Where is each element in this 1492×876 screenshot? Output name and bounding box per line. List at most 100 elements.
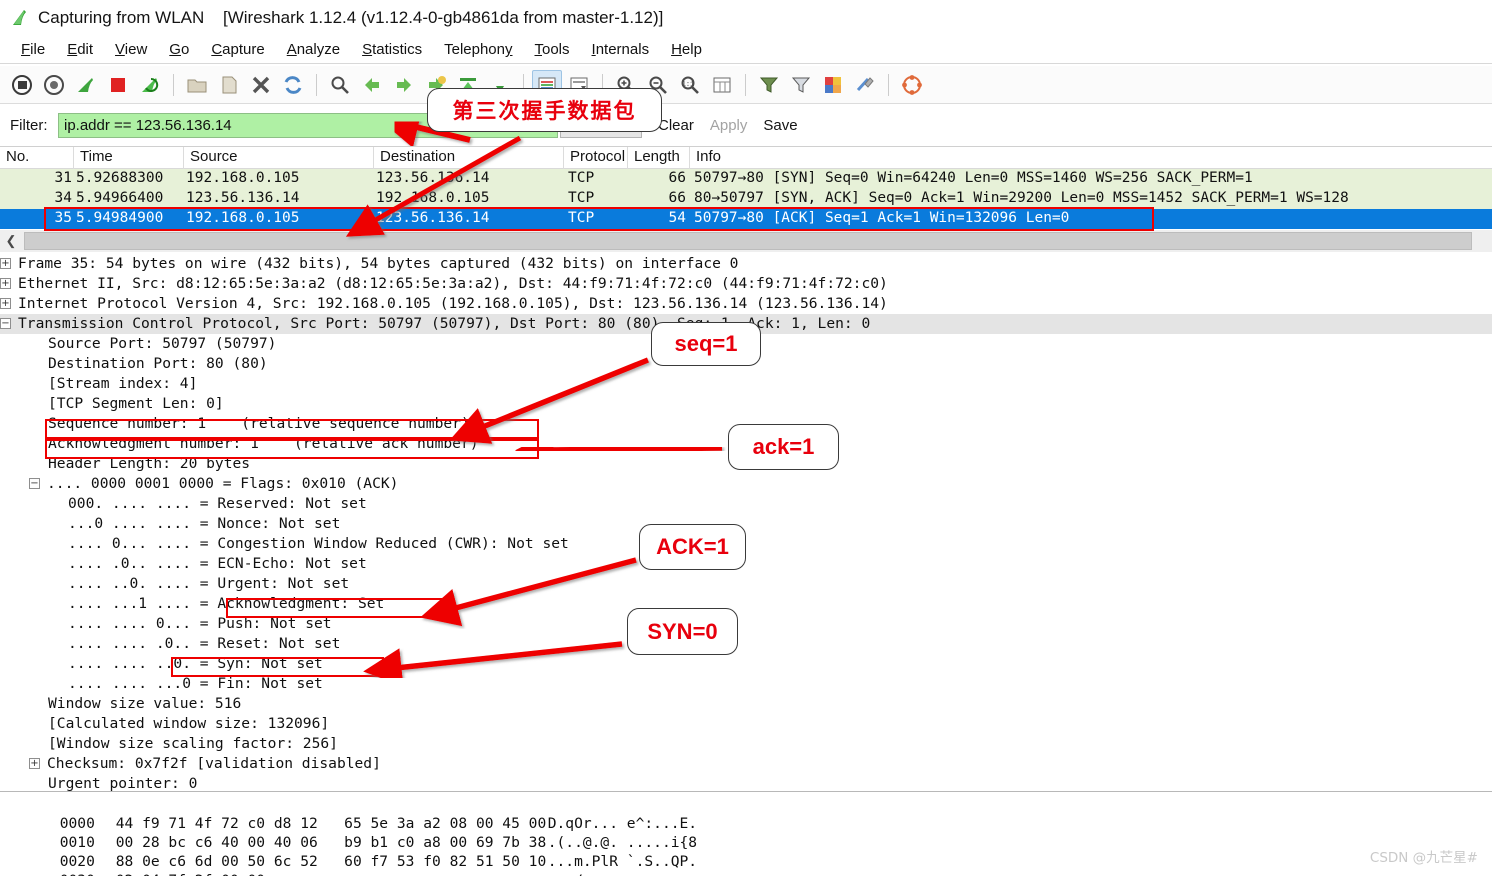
detail-row-urgent-pointer: Urgent pointer: 0 [0,774,1492,791]
reload-icon[interactable] [278,70,308,100]
column-header-info[interactable]: Info [690,147,1492,169]
title-capture-text: Capturing from WLAN [38,8,205,27]
detail-row-flag-acknowledgment: .... ...1 .... = Acknowledgment: Set [0,594,1492,614]
menu-label-statistics: tatistics [372,41,423,58]
cell-no: 34 [54,190,72,206]
detail-text: Ethernet II, Src: d8:12:65:5e:3a:a2 (d8:… [18,275,888,292]
hex-ascii: .(..@.@. .....i{8 [547,834,698,851]
go-forward-icon[interactable] [389,70,419,100]
detail-text: .... ..0. .... = Urgent: Not set [68,575,350,592]
packet-list-pane: No. Time Source Destination Protocol Len… [0,146,1492,230]
detail-text: ...0 .... .... = Nonce: Not set [68,515,341,532]
column-header-time[interactable]: Time [74,146,184,169]
cell-protocol: TCP [568,170,595,186]
hex-ascii: .../.. [548,871,601,876]
column-header-destination[interactable]: Destination [374,146,564,169]
detail-row-flag-reserved: 000. .... .... = Reserved: Not set [0,494,1492,514]
help-icon[interactable] [897,70,927,100]
menu-item-tools[interactable]: Tools [524,39,581,60]
menu-item-capture[interactable]: Capture [200,39,275,60]
go-back-icon[interactable] [357,70,387,100]
column-header-source[interactable]: Source [184,146,374,169]
packet-list-horizontal-scrollbar[interactable]: ❮ [0,230,1492,252]
menu-item-file[interactable]: File [10,39,56,60]
cell-no: 31 [54,170,72,186]
resize-columns-icon[interactable] [707,70,737,100]
scroll-left-arrow-icon[interactable]: ❮ [0,231,22,251]
detail-row-flag-syn: .... .... ..0. = Syn: Not set [0,654,1492,674]
column-header-no[interactable]: No. [0,146,74,169]
detail-text: Internet Protocol Version 4, Src: 192.16… [18,295,888,312]
cell-protocol: TCP [568,190,595,206]
cell-info: 80→50797 [SYN, ACK] Seq=0 Ack=1 Win=2920… [694,190,1349,206]
start-capture-icon[interactable] [71,70,101,100]
cell-info: 50797→80 [ACK] Seq=1 Ack=1 Win=132096 Le… [694,210,1070,226]
capture-options-icon[interactable] [39,70,69,100]
find-packet-icon[interactable] [325,70,355,100]
menu-label-help: elp [681,41,702,58]
detail-text: Header Length: 20 bytes [48,455,251,472]
menu-item-analyze[interactable]: Analyze [276,39,351,60]
toolbar-separator [173,73,174,96]
detail-text: [Stream index: 4] [48,375,198,392]
menu-item-help[interactable]: Help [660,39,713,60]
menu-item-go[interactable]: Go [158,39,200,60]
cell-time: 5.92688300 [76,170,164,186]
restart-capture-icon[interactable] [135,70,165,100]
preferences-icon[interactable] [850,70,880,100]
ack-callout: ack=1 [728,424,839,470]
detail-row-flags: −.... 0000 0001 0000 = Flags: 0x010 (ACK… [0,474,1492,494]
column-header-length[interactable]: Length [628,146,690,169]
cell-time: 5.94966400 [76,190,164,206]
filter-save-button[interactable]: Save [763,117,797,134]
detail-text: Frame 35: 54 bytes on wire (432 bits), 5… [18,255,739,272]
detail-text: .... 0000 0001 0000 = Flags: 0x010 (ACK) [47,475,399,492]
expander-plus-icon[interactable]: + [0,257,11,269]
capture-filters-icon[interactable] [754,70,784,100]
detail-row-flag-push: .... .... 0... = Push: Not set [0,614,1492,634]
hex-offset: 0010 [59,834,95,851]
detail-text: .... ...1 .... = Acknowledgment: Set [68,595,385,612]
cell-source: 192.168.0.105 [186,170,300,186]
table-row[interactable]: 34 5.94966400 123.56.136.14 192.168.0.10… [0,189,1492,209]
detail-row-flag-ecn-echo: .... .0.. .... = ECN-Echo: Not set [0,554,1492,574]
open-file-icon[interactable] [182,70,212,100]
zoom-reset-icon[interactable]: 1:1 [675,70,705,100]
detail-row-segment-len: [TCP Segment Len: 0] [0,394,1492,414]
column-header-protocol[interactable]: Protocol [564,146,628,169]
display-filters-icon[interactable] [786,70,816,100]
close-file-icon[interactable] [246,70,276,100]
seq-callout: seq=1 [651,322,761,366]
menu-label-file: ile [30,41,46,58]
filter-apply-button[interactable]: Apply [710,117,748,134]
interfaces-icon[interactable] [7,70,37,100]
table-row-selected[interactable]: 35 5.94984900 192.168.0.105 123.56.136.1… [0,209,1492,229]
save-file-icon[interactable] [214,70,244,100]
scrollbar-thumb[interactable] [24,232,1472,250]
cell-destination: 192.168.0.105 [376,190,490,206]
menu-item-view[interactable]: View [104,39,158,60]
toolbar-separator [745,73,746,96]
expander-plus-icon[interactable]: + [0,297,11,309]
detail-text: Destination Port: 80 (80) [48,355,268,372]
wireshark-shark-fin-icon [10,8,30,28]
menu-label-tools: ools [542,41,570,58]
expander-plus-icon[interactable]: + [29,757,40,769]
menu-item-telephony[interactable]: Telephony [433,39,523,60]
menu-item-edit[interactable]: Edit [56,39,104,60]
menu-item-internals[interactable]: Internals [581,39,661,60]
menu-item-statistics[interactable]: Statistics [351,39,433,60]
detail-text: .... .... .0.. = Reset: Not set [68,635,341,652]
coloring-rules-icon[interactable] [818,70,848,100]
filter-bar: Filter: Clear Apply Save [0,106,1492,144]
cell-length: 66 [668,170,686,186]
expander-minus-icon[interactable]: − [29,477,40,489]
hex-bytes: 44 f9 71 4f 72 c0 d8 12 65 5e 3a a2 08 0… [115,815,547,832]
toolbar-separator [316,73,317,96]
expander-plus-icon[interactable]: + [0,277,11,289]
filter-clear-button[interactable]: Clear [658,117,694,134]
table-row[interactable]: 31 5.92688300 192.168.0.105 123.56.136.1… [0,169,1492,189]
title-app-text: [Wireshark 1.12.4 (v1.12.4-0-gb4861da fr… [223,8,664,27]
stop-capture-icon[interactable] [103,70,133,100]
expander-minus-icon[interactable]: − [0,317,11,329]
